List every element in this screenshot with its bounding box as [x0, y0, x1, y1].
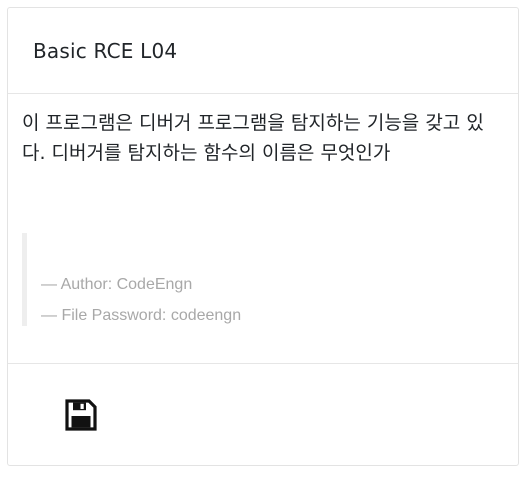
- card-body: 이 프로그램은 디버거 프로그램을 탐지하는 기능을 갖고 있다. 디버거를 탐…: [8, 94, 518, 364]
- card-footer: [8, 364, 518, 465]
- challenge-meta-quote: — Author: CodeEngn — File Password: code…: [22, 233, 322, 326]
- floppy-disk-icon: [65, 399, 97, 431]
- challenge-title: Basic RCE L04: [33, 38, 178, 63]
- author-line: — Author: CodeEngn: [41, 276, 193, 293]
- card-header: Basic RCE L04: [8, 8, 518, 94]
- file-password-line: — File Password: codeengn: [41, 307, 242, 324]
- challenge-description: 이 프로그램은 디버거 프로그램을 탐지하는 기능을 갖고 있다. 디버거를 탐…: [22, 112, 484, 164]
- challenge-card: Basic RCE L04 이 프로그램은 디버거 프로그램을 탐지하는 기능을…: [7, 7, 519, 466]
- download-file-button[interactable]: [64, 398, 98, 432]
